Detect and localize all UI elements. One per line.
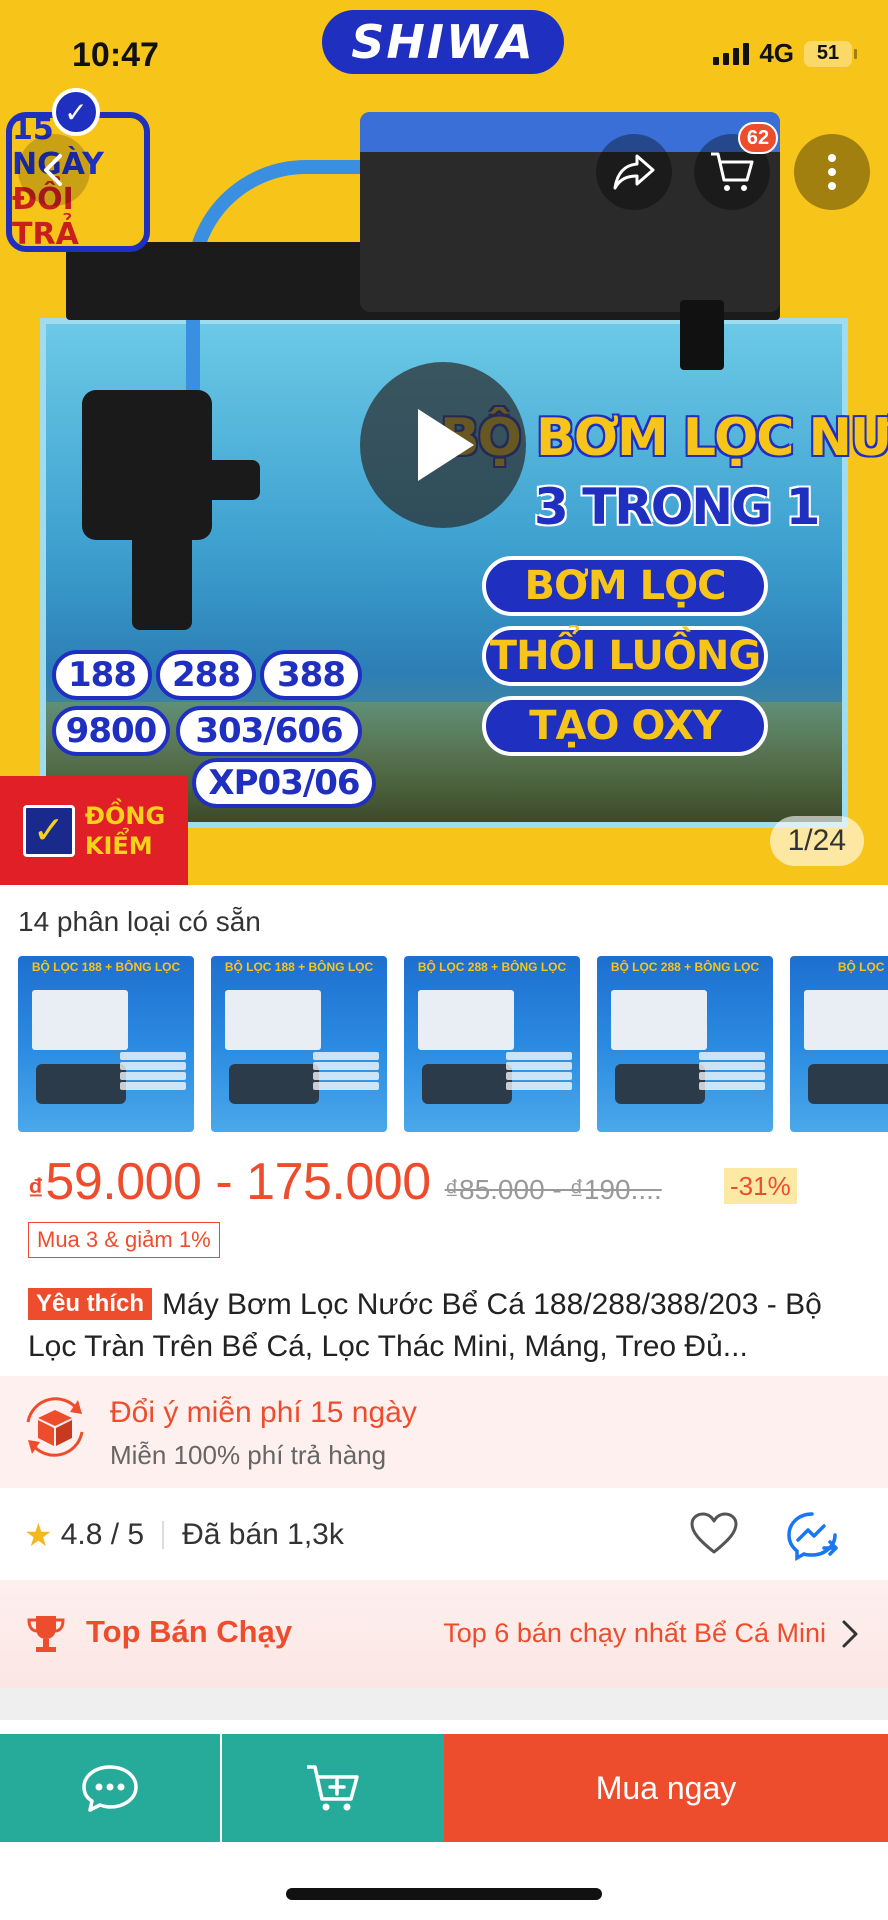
- feature-pill: TẠO OXY: [482, 696, 768, 756]
- variant-thumbnail[interactable]: BỘ LỌC 188 + BÔNG LỌC: [211, 956, 387, 1132]
- currency-symbol: ₫: [28, 1173, 44, 1206]
- image-counter: 1/24: [769, 816, 864, 866]
- inspected-line1: ĐỒNG: [84, 801, 166, 830]
- buy-now-button[interactable]: Mua ngay: [444, 1734, 888, 1842]
- back-button[interactable]: [18, 134, 90, 206]
- brand-logo: SHIWA: [322, 10, 564, 74]
- model-pill: XP03/06: [192, 758, 376, 808]
- rating-value: 4.8 / 5: [60, 1518, 145, 1551]
- sold-count: Đã bán 1,3k: [182, 1518, 344, 1551]
- filter-outlet-illustration: [680, 300, 724, 370]
- network-type: 4G: [759, 38, 794, 68]
- heart-icon: [690, 1512, 738, 1554]
- play-icon: [418, 409, 474, 481]
- model-pill: 188: [52, 650, 152, 700]
- feature-pill: BƠM LỌC: [482, 556, 768, 616]
- variant-thumbnail[interactable]: BỘ LỌC 288 + BÔNG LỌC: [597, 956, 773, 1132]
- price-range: 59.000 - 175.000: [45, 1153, 431, 1211]
- variant-list[interactable]: BỘ LỌC 188 + BÔNG LỌC BỘ LỌC 188 + BÔNG …: [18, 956, 888, 1132]
- home-indicator: [286, 1888, 602, 1900]
- inspected-line2: KIỂM: [84, 831, 153, 860]
- variant-thumbnail[interactable]: BỘ LỌC 288 + BÔNG LỌC: [404, 956, 580, 1132]
- model-pill: 9800: [52, 706, 170, 756]
- cart-icon: [711, 152, 754, 191]
- hero-subheadline: 3 TRONG 1: [534, 478, 820, 536]
- battery-level: 51: [816, 42, 840, 64]
- return-policy-banner[interactable]: Đổi ý miễn phí 15 ngày Miễn 100% phí trả…: [0, 1376, 888, 1488]
- product-title: Yêu thích Máy Bơm Lọc Nước Bể Cá 188/288/…: [28, 1284, 860, 1368]
- trophy-icon: [27, 1616, 65, 1652]
- cart-count-badge: 62: [738, 122, 778, 154]
- add-to-cart-icon: [307, 1765, 359, 1811]
- checkmark-icon: ✓: [22, 804, 75, 857]
- variant-thumbnail[interactable]: BỘ LỌC 188 + BÔNG LỌC: [18, 956, 194, 1132]
- play-video-button[interactable]: [360, 362, 526, 528]
- variants-label: 14 phân loại có sẵn: [18, 906, 261, 937]
- original-price: ₫85.000 - ₫190....: [444, 1174, 662, 1205]
- inspected-badge: ✓ ĐỒNG KIỂM: [0, 776, 188, 885]
- pump-arm-illustration: [190, 460, 260, 500]
- variant-title: BỘ LỌC 188 + BÔNG LỌC: [31, 960, 181, 974]
- discount-badge: -31%: [724, 1168, 797, 1204]
- star-icon: ★: [24, 1517, 53, 1553]
- messenger-share-button[interactable]: [782, 1506, 842, 1566]
- variant-title: BỘ LỌC 288 + BÔNG LỌC: [417, 960, 567, 974]
- top-seller-description: Top 6 bán chạy nhất Bể Cá Mini: [443, 1618, 826, 1648]
- model-pill: 288: [156, 650, 256, 700]
- add-to-cart-button[interactable]: [222, 1734, 444, 1842]
- cart-button[interactable]: 62: [694, 122, 778, 210]
- promo-tag[interactable]: Mua 3 & giảm 1%: [28, 1222, 220, 1258]
- like-button[interactable]: [686, 1506, 742, 1562]
- model-pill: 303/606: [176, 706, 362, 756]
- product-image-gallery[interactable]: BỘ BƠM LỌC NƯỚC 3 TRONG 1 BƠM LỌC THỔI L…: [0, 0, 888, 885]
- chevron-right-icon: [842, 1620, 858, 1648]
- status-time: 10:47: [72, 36, 159, 74]
- battery-icon: 51: [804, 40, 857, 67]
- variant-title: BỘ LỌC 188 + BÔNG LỌC: [224, 960, 374, 974]
- chat-button[interactable]: [0, 1734, 220, 1842]
- variant-title: BỘ LỌC 388 +: [837, 960, 888, 974]
- share-button[interactable]: [596, 134, 672, 210]
- chat-icon: [82, 1765, 138, 1812]
- model-pill: 388: [260, 650, 362, 700]
- section-divider: [0, 1688, 888, 1720]
- divider: [162, 1521, 165, 1549]
- top-seller-label: Top Bán Chạy: [86, 1614, 293, 1649]
- return-policy-subtitle: Miễn 100% phí trả hàng: [110, 1440, 387, 1470]
- share-icon: [613, 154, 655, 190]
- signal-icon: [713, 42, 750, 65]
- variant-title: BỘ LỌC 288 + BÔNG LỌC: [610, 960, 760, 974]
- variant-thumbnail[interactable]: BỘ LỌC 388 +: [790, 956, 888, 1132]
- bottom-action-bar: Mua ngay: [0, 1734, 888, 1842]
- favorite-badge: Yêu thích: [28, 1288, 153, 1320]
- return-box-icon: [26, 1397, 84, 1457]
- messenger-icon: [787, 1512, 838, 1562]
- return-policy-title: Đổi ý miễn phí 15 ngày: [110, 1396, 417, 1429]
- pump-neck-illustration: [132, 520, 192, 630]
- price-row: ₫ 59.000 - 175.000 ₫85.000 - ₫190....: [28, 1152, 662, 1212]
- more-icon: [828, 154, 836, 190]
- more-options-button[interactable]: [794, 134, 870, 210]
- feature-pill: THỔI LUỒNG: [482, 626, 768, 686]
- top-seller-banner[interactable]: Top Bán Chạy Top 6 bán chạy nhất Bể Cá M…: [0, 1580, 888, 1688]
- back-arrow-icon: [44, 154, 62, 186]
- status-indicators: 4G 51: [713, 38, 857, 69]
- check-icon: ✓: [52, 88, 100, 136]
